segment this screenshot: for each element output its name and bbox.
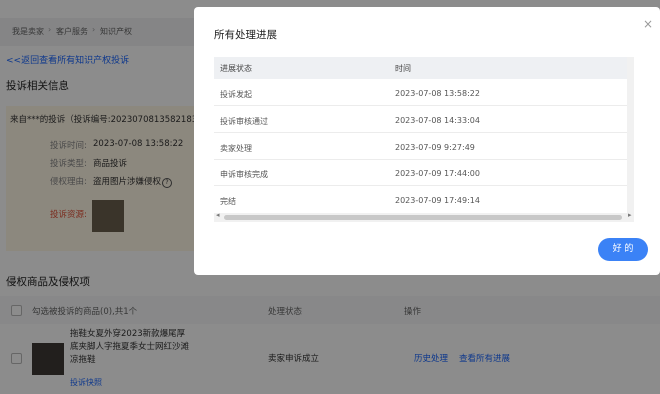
row-divider <box>214 185 634 186</box>
row-divider <box>214 105 634 106</box>
progress-time: 2023-07-09 17:44:00 <box>395 169 480 178</box>
progress-table-header <box>214 57 634 79</box>
ok-button[interactable]: 好 的 <box>598 238 648 261</box>
scrollbar-thumb[interactable] <box>224 215 622 220</box>
vertical-scrollbar[interactable] <box>627 57 634 213</box>
progress-status: 申诉审核完成 <box>220 170 268 179</box>
progress-status: 完结 <box>220 197 236 206</box>
progress-status: 投诉审核通过 <box>220 117 268 126</box>
close-icon[interactable]: × <box>643 17 653 31</box>
progress-status: 投诉发起 <box>220 90 252 99</box>
scroll-left-icon[interactable]: ◂ <box>216 211 220 219</box>
scroll-right-icon[interactable]: ▸ <box>628 211 632 219</box>
progress-modal <box>194 7 660 275</box>
progress-time: 2023-07-08 14:33:04 <box>395 116 480 125</box>
progress-status-header: 进展状态 <box>220 64 252 73</box>
row-divider <box>214 132 634 133</box>
progress-time-header: 时间 <box>395 64 411 73</box>
progress-time: 2023-07-08 13:58:22 <box>395 89 480 98</box>
progress-time: 2023-07-09 17:49:14 <box>395 196 480 205</box>
row-divider <box>214 159 634 160</box>
progress-time: 2023-07-09 9:27:49 <box>395 143 475 152</box>
progress-status: 卖家处理 <box>220 144 252 153</box>
modal-title: 所有处理进展 <box>214 29 277 41</box>
